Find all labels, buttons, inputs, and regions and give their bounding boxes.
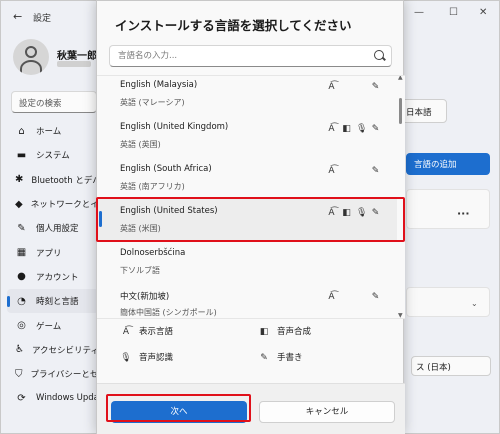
language-name: 中文(新加坡) [120,292,170,302]
language-name: English (United Kingdom) [120,122,229,132]
language-search-input[interactable] [110,46,350,66]
network-icon: ◆ [15,198,23,210]
language-name: Dolnoserbšćina [120,248,186,258]
minimize-icon[interactable]: — [414,7,424,18]
sidebar-item-system[interactable]: ▬ システム [7,143,99,167]
avatar[interactable] [13,39,49,75]
sidebar-item-personalize[interactable]: ✎ 個人用設定 [7,216,99,240]
user-email-redacted [57,61,91,67]
legend-speech: ◧ 音声合成 [257,325,311,337]
sidebar-item-label: アクセシビリティ [31,345,99,356]
sidebar-item-shield[interactable]: ⛉ プライバシーとセキュ [7,362,99,386]
handwriting-icon: ✎ [371,292,380,302]
search-icon[interactable] [374,50,384,60]
selected-language-highlight [96,197,405,242]
sidebar-item-label: アプリ [36,248,62,259]
maximize-icon[interactable]: ☐ [449,7,458,18]
sidebar-nav: ⌂ ホーム ▬ システム ✱ Bluetooth とデバ ◆ ネットワークとインタ ✎ 個人用設定… [7,119,99,411]
account-icon: ● [17,271,26,283]
language-native-name: 簡体中国語 (シンガポール) [120,308,217,317]
feature-legend: A͡ 表示言語 ◧ 音声合成 🎙 音声認識 ✎ 手書き [97,319,405,381]
sidebar-item-accessibility[interactable]: ♿ アクセシビリティ [7,338,99,362]
display-language-icon: A͡ [328,124,335,134]
sidebar-item-label: システム [36,151,70,162]
language-card [406,189,490,229]
bluetooth-icon: ✱ [15,174,24,186]
sidebar-item-label: ホーム [36,127,62,138]
sidebar-item-label: アカウント [36,272,79,283]
chevron-down-icon[interactable]: ⌄ [471,299,478,308]
handwriting-icon: ✎ [371,82,380,92]
display-language-icon: A͡ [328,292,335,302]
game-icon: ◎ [17,320,26,332]
display-language-icon: A͡ [328,82,335,92]
dialog-title: インストールする言語を選択してください [115,18,352,33]
language-name: English (South Africa) [120,164,212,174]
scrollbar-thumb[interactable] [399,98,402,124]
sidebar-item-label: Windows Upda [36,393,99,404]
sidebar-item-game[interactable]: ◎ ゲーム [7,313,99,337]
language-option[interactable]: English (Malaysia) 英語 (マレーシア) A͡ ✎ [97,76,397,114]
app-title: 設定 [33,14,52,24]
legend-display: A͡ 表示言語 [119,325,173,337]
settings-search-input[interactable]: 設定の検索 [11,91,97,113]
display-language-icon: A͡ [122,327,130,337]
sidebar-item-apps[interactable]: ▦ アプリ [7,240,99,264]
sidebar-item-label: ネットワークとインタ [30,200,99,211]
handwriting-icon: ✎ [371,124,380,134]
regional-format-select[interactable]: ス (日本) [411,356,491,376]
next-button-highlight [106,394,251,422]
language-option[interactable]: English (South Africa) 英語 (南アフリカ) A͡ ✎ [97,156,397,198]
shield-icon: ⛉ [15,368,23,380]
user-name: 秋葉一郎 [57,51,97,62]
sidebar-item-label: プライバシーとセキュ [30,370,100,381]
language-native-name: 下ソルブ語 [120,266,160,275]
display-language-select[interactable]: 日本語 [401,99,447,123]
handwriting-icon: ✎ [260,353,268,363]
cancel-button[interactable]: キャンセル [259,401,395,423]
scroll-up-icon[interactable]: ▲ [398,76,403,81]
scroll-down-icon[interactable]: ▼ [398,312,403,318]
sidebar-item-label: 時刻と言語 [36,297,79,308]
microphone-icon: 🎙 [120,353,132,363]
language-native-name: 英語 (英国) [120,140,161,149]
display-language-icon: A͡ [328,166,335,176]
language-native-name: 英語 (南アフリカ) [120,182,185,191]
language-name: English (Malaysia) [120,80,198,90]
sidebar-item-home[interactable]: ⌂ ホーム [7,119,99,143]
back-arrow-icon[interactable]: ← [13,10,22,23]
language-option[interactable]: 中文(新加坡) 簡体中国語 (シンガポール) A͡ ✎ [97,282,397,318]
sidebar-item-update[interactable]: ⟳ Windows Upda [7,386,99,410]
close-icon[interactable]: ✕ [479,7,487,18]
time-language-icon: ◔ [17,295,26,307]
language-native-name: 英語 (マレーシア) [120,98,185,107]
update-icon: ⟳ [17,392,26,404]
sidebar-item-time-language[interactable]: ◔ 時刻と言語 [7,289,99,314]
text-to-speech-icon: ◧ [259,327,269,337]
legend-handwriting: ✎ 手書き [257,351,302,363]
handwriting-icon: ✎ [371,166,380,176]
sidebar-item-label: Bluetooth とデバ [31,175,99,186]
language-search[interactable] [109,45,392,67]
microphone-icon: 🎙 [356,124,368,134]
sidebar-item-bluetooth[interactable]: ✱ Bluetooth とデバ [7,168,99,192]
more-options-icon[interactable]: ··· [457,207,470,220]
language-option[interactable]: Dolnoserbšćina 下ソルブ語 [97,240,397,282]
accessibility-icon: ♿ [15,344,24,356]
sidebar-item-account[interactable]: ● アカウント [7,265,99,289]
text-to-speech-icon: ◧ [342,124,351,134]
add-language-button[interactable]: 言語の追加 [406,153,490,175]
home-icon: ⌂ [18,125,25,137]
sidebar-item-label: 個人用設定 [36,224,79,235]
apps-icon: ▦ [16,247,27,259]
system-icon: ▬ [16,149,27,161]
language-option[interactable]: English (United Kingdom) 英語 (英国) A͡ ◧ 🎙 ✎ [97,114,397,156]
personalize-icon: ✎ [17,222,26,234]
sidebar-item-network[interactable]: ◆ ネットワークとインタ [7,192,99,216]
sidebar-item-label: ゲーム [36,321,62,332]
legend-recognition: 🎙 音声認識 [120,353,174,363]
